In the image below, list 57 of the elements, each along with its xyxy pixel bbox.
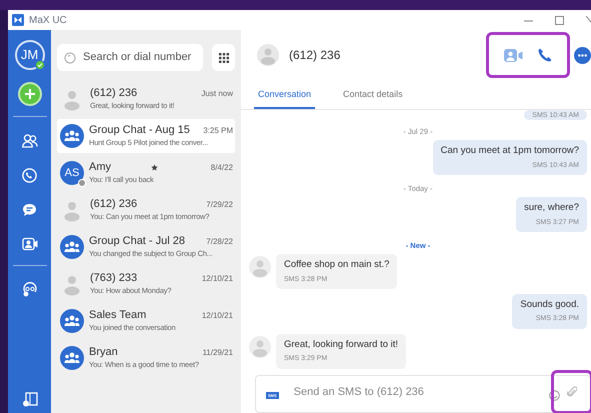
person-avatar-icon <box>249 336 271 358</box>
window-title: MaX UC <box>29 14 67 28</box>
conversation-time: 7/29/22 <box>206 198 233 210</box>
emoji-icon[interactable] <box>549 390 560 401</box>
maximize-icon[interactable] <box>555 16 564 24</box>
paperclip-icon[interactable] <box>567 386 577 398</box>
group-avatar-icon <box>60 124 84 148</box>
user-avatar[interactable]: JM <box>14 40 44 70</box>
dialpad-icon <box>218 52 228 62</box>
contact-name: (612) 236 <box>289 47 340 64</box>
conversation-name: Bryan <box>89 346 118 359</box>
conversation-name: Group Chat - Aug 15 <box>89 124 190 137</box>
search-input[interactable]: Search or dial number <box>83 49 203 66</box>
conversation-name: Amy <box>89 161 111 174</box>
search-icon <box>64 52 76 64</box>
conversation-name: Sales Team <box>89 309 146 322</box>
conversation-time: 11/29/21 <box>202 346 233 358</box>
conversation-name: Group Chat - Jul 28 <box>89 235 185 248</box>
tab[interactable]: Contact details <box>339 88 407 109</box>
more-button[interactable] <box>574 46 591 64</box>
message-input[interactable]: Send an SMS to (612) 236 <box>294 384 474 400</box>
conversation-name: (612) 236 <box>90 87 138 100</box>
chat-badge-icon <box>78 179 86 187</box>
conversation-time: 7/28/22 <box>206 236 233 248</box>
chat-icon[interactable] <box>22 203 37 217</box>
voicemail-icon[interactable] <box>22 282 38 297</box>
contact-avatar: AS <box>60 161 84 185</box>
contact-avatar <box>257 44 279 66</box>
phone-icon[interactable] <box>22 168 37 183</box>
group-avatar-icon <box>60 235 84 259</box>
dialpad-button[interactable] <box>212 44 235 71</box>
close-icon[interactable] <box>586 16 591 24</box>
contacts-icon[interactable] <box>22 134 38 148</box>
device-icon[interactable] <box>22 392 38 407</box>
search-field[interactable]: Search or dial number <box>57 44 203 71</box>
new-button[interactable] <box>18 82 42 106</box>
conversation-time: Just now <box>201 88 233 100</box>
message-text: Great, looking forward to it! <box>284 338 398 352</box>
conversation-name: (612) 236 <box>90 198 138 211</box>
group-avatar-icon <box>60 309 84 333</box>
app-logo-icon <box>12 14 24 26</box>
person-avatar-icon <box>249 256 271 278</box>
plus-icon <box>24 89 34 99</box>
tab[interactable]: Conversation <box>254 88 316 109</box>
conversation-time: 12/10/21 <box>202 310 233 322</box>
conversation-time: 3:25 PM <box>203 124 233 136</box>
conversation-time: 12/10/21 <box>202 272 233 284</box>
conversation-name: (763) 233 <box>90 272 138 285</box>
message-text: Can you meet at 1pm tomorrow? <box>440 144 579 158</box>
video-contact-icon[interactable] <box>22 237 38 251</box>
conversation-time: 8/4/22 <box>210 162 233 174</box>
message-text: sure, where? <box>524 201 579 216</box>
message-text: Coffee shop on main st.? <box>284 258 390 272</box>
group-avatar-icon <box>60 346 84 370</box>
message-text: Sounds good. <box>520 298 579 312</box>
phone-call-icon[interactable] <box>538 48 552 62</box>
more-icon <box>578 54 587 56</box>
